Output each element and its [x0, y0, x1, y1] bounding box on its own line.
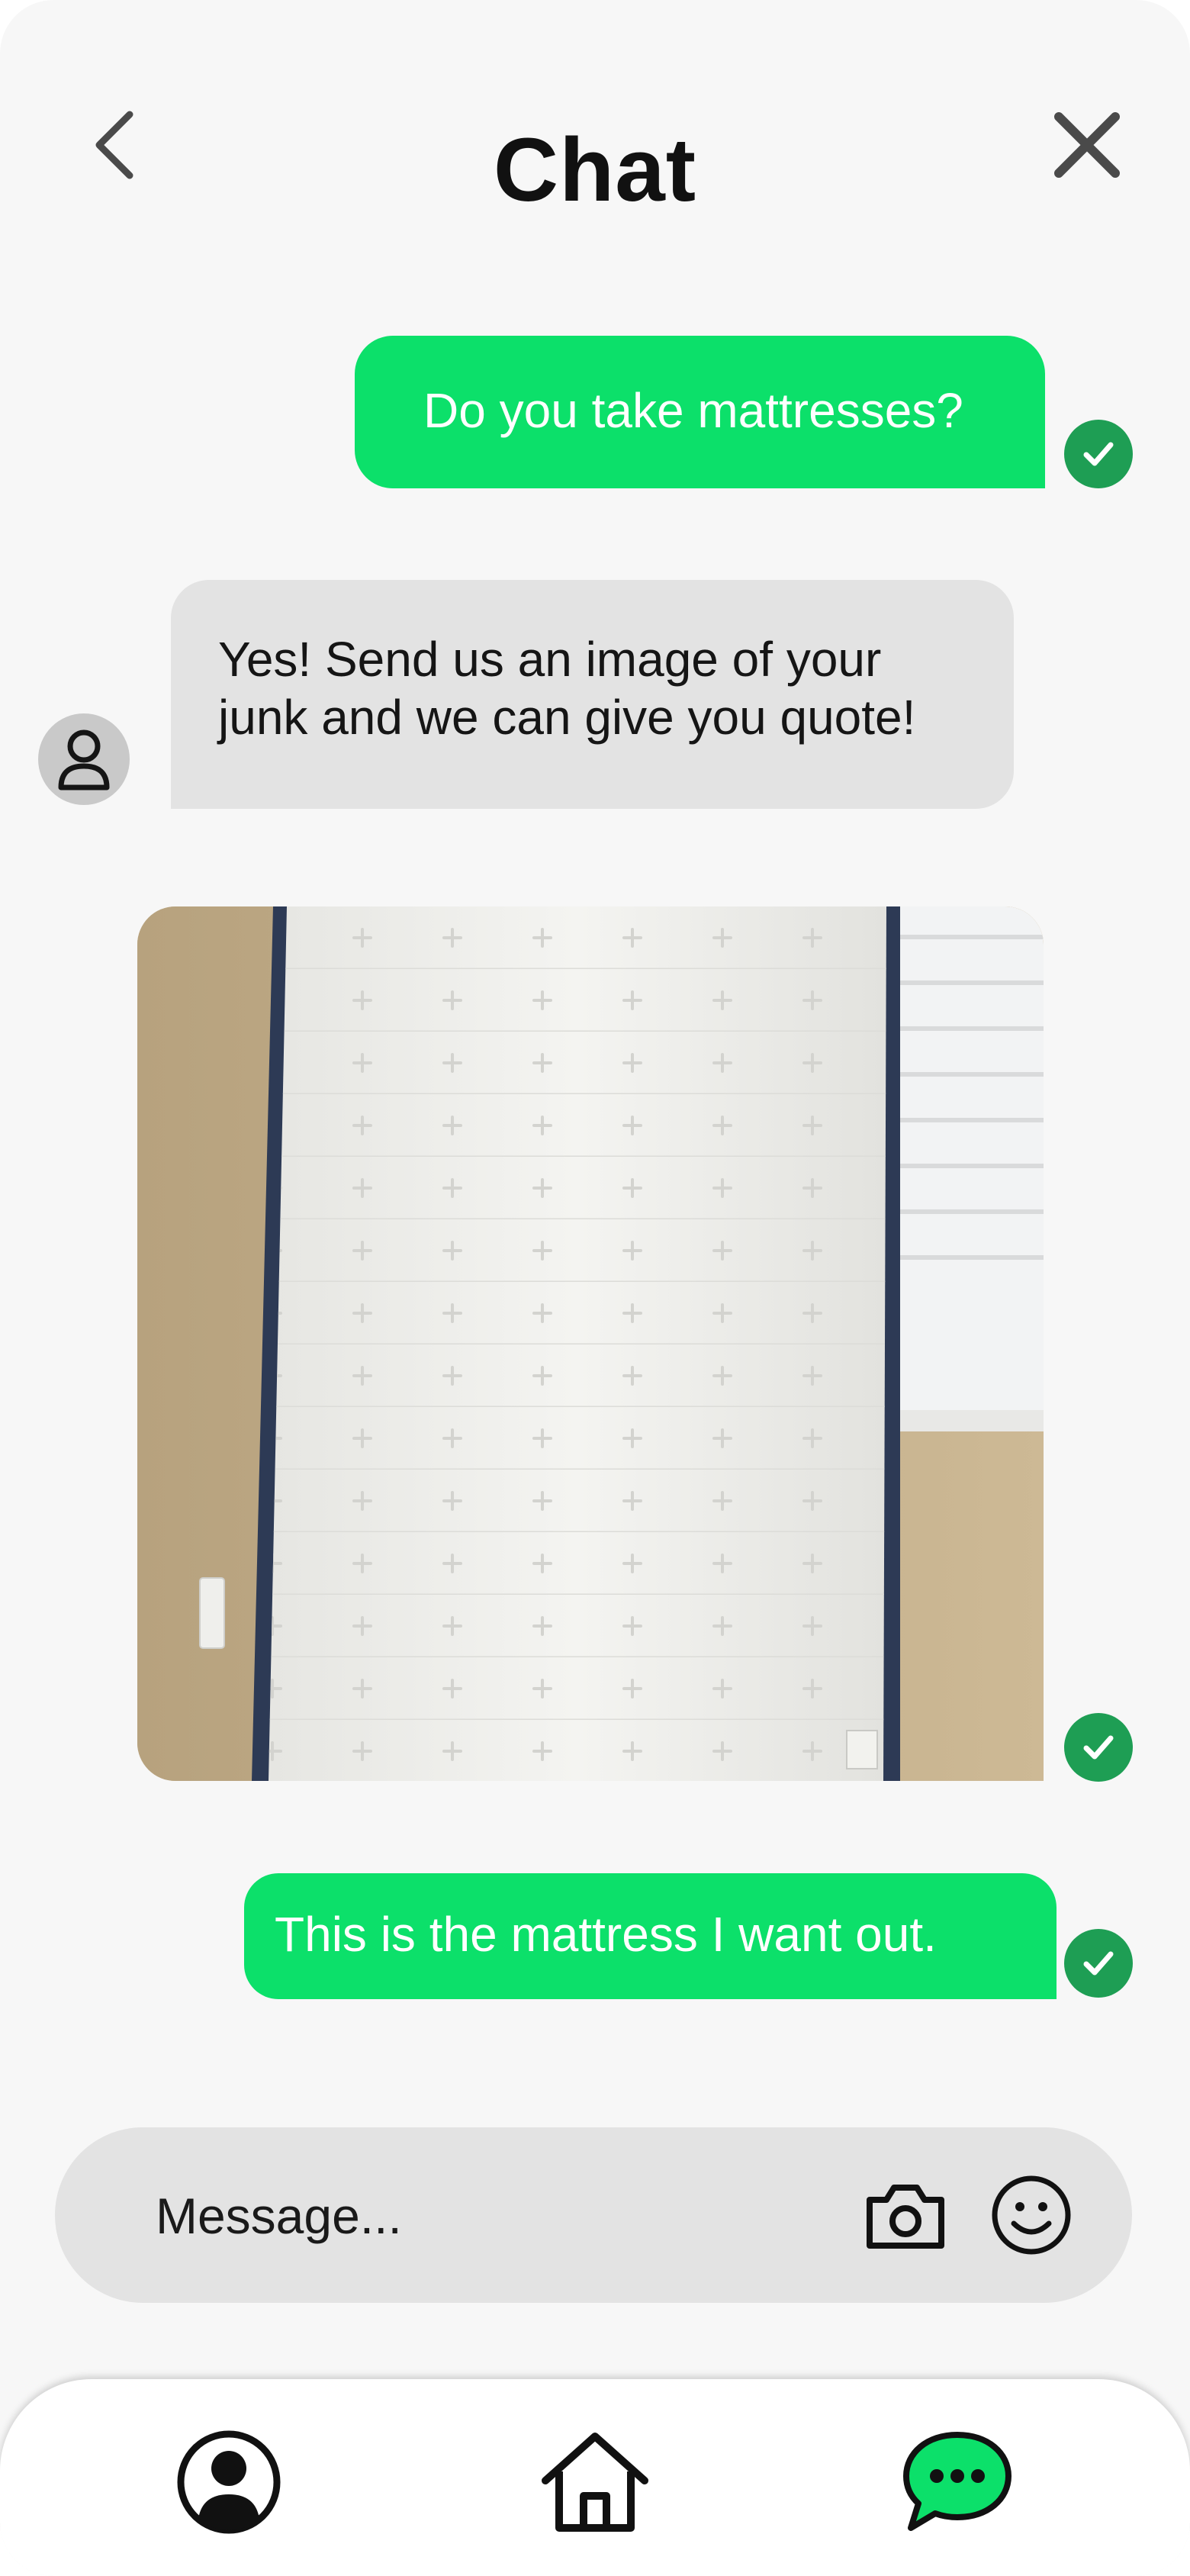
check-circle-icon [1064, 1713, 1133, 1782]
chat-icon [903, 2432, 1011, 2531]
home-icon [542, 2433, 648, 2532]
bottom-nav [0, 2379, 1190, 2576]
nav-item-home[interactable] [534, 2421, 656, 2543]
message-text: This is the mattress I want out. [275, 1907, 937, 1962]
smiley-icon [992, 2175, 1071, 2255]
check-circle-icon [1064, 420, 1133, 488]
chat-screen: Chat Do you take mattresses? Yes! Send u… [0, 0, 1190, 2576]
page-title: Chat [493, 120, 697, 221]
close-icon [1054, 112, 1120, 178]
camera-button[interactable] [856, 2165, 955, 2265]
message-input[interactable] [154, 2173, 844, 2259]
check-circle-icon [1064, 1929, 1133, 1998]
profile-icon [177, 2430, 281, 2534]
outgoing-message: This is the mattress I want out. [244, 1873, 1057, 1999]
outgoing-message: Do you take mattresses? [355, 336, 1045, 488]
emoji-button[interactable] [982, 2165, 1081, 2265]
message-text: Yes! Send us an image of your junk and w… [218, 632, 916, 745]
mattress-photo[interactable] [137, 906, 1044, 1781]
message-composer [55, 2127, 1132, 2303]
nav-item-profile[interactable] [168, 2421, 290, 2543]
user-avatar-icon [38, 713, 130, 805]
message-text: Do you take mattresses? [423, 383, 963, 438]
close-button[interactable] [1041, 99, 1133, 191]
camera-icon [867, 2185, 944, 2249]
nav-item-chat[interactable] [896, 2421, 1018, 2543]
incoming-message: Yes! Send us an image of your junk and w… [171, 580, 1014, 809]
